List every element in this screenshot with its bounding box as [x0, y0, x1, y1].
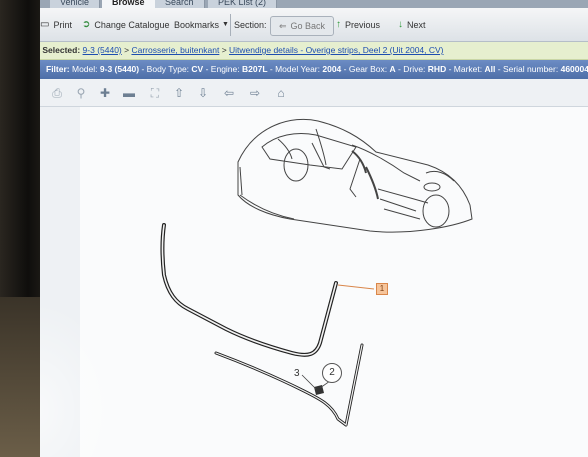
breadcrumb-group-link[interactable]: Carrosserie, buitenkant	[131, 45, 219, 55]
breadcrumb-label: Selected:	[42, 45, 81, 55]
filter-label: Filter:	[46, 64, 70, 74]
print-button[interactable]: ▭ Print	[40, 8, 72, 41]
back-arrow-icon: ⇐	[279, 20, 287, 31]
filter-year-value: 2004	[322, 64, 342, 74]
chevron-down-icon: ▼	[222, 21, 229, 28]
callout-2[interactable]: 2	[322, 363, 342, 383]
print-icon: ▭	[40, 19, 50, 30]
zoom-icon[interactable]: ⚲	[72, 84, 90, 102]
part-2-strip	[214, 343, 364, 427]
filter-drive-value: RHD	[427, 64, 447, 74]
previous-label: Previous	[345, 19, 381, 30]
desk-background	[0, 297, 40, 457]
tab-strip: Vehicle Browse Search PEK List (2)	[40, 0, 588, 8]
arrow-up-icon: ↑	[336, 19, 341, 30]
filter-gearbox-value: A	[389, 64, 396, 74]
breadcrumb: Selected: 9-3 (5440) > Carrosserie, buit…	[40, 42, 588, 60]
section-label: Section:	[234, 8, 267, 41]
arrow-down-icon: ↓	[398, 19, 403, 30]
callout-1[interactable]: 1	[376, 283, 388, 295]
bookmarks-button[interactable]: Bookmarks ▼	[174, 8, 229, 41]
catalogue-arrow-icon: ➲	[82, 19, 91, 30]
filter-serial-value: 460004(	[560, 64, 588, 74]
leader-line-1	[337, 284, 375, 290]
main-toolbar: ▭ Print ➲ Change Catalogue Bookmarks ▼ S…	[40, 8, 588, 42]
previous-button[interactable]: ↑ Previous	[336, 8, 380, 41]
go-back-button[interactable]: ⇐ Go Back	[270, 16, 335, 36]
app-window: Vehicle Browse Search PEK List (2) ▭ Pri…	[40, 0, 588, 457]
parts-diagram: 1 2 3	[80, 107, 588, 457]
toolbar-divider	[230, 14, 231, 36]
section-text: Section:	[234, 19, 267, 30]
tab-pek-list[interactable]: PEK List (2)	[208, 0, 278, 8]
home-icon[interactable]: ⌂	[272, 84, 290, 102]
right-icon[interactable]: ⇨	[246, 84, 264, 102]
up-icon[interactable]: ⇧	[170, 84, 188, 102]
zoom-out-icon[interactable]: ▬	[120, 84, 138, 102]
left-icon[interactable]: ⇦	[220, 84, 238, 102]
screen-glare	[40, 300, 120, 457]
bookmarks-label: Bookmarks	[174, 19, 220, 30]
down-icon[interactable]: ⇩	[194, 84, 212, 102]
filter-engine-value: B207L	[242, 64, 268, 74]
next-label: Next	[407, 19, 426, 30]
change-catalogue-label: Change Catalogue	[94, 19, 170, 30]
filter-body-key: Body Type:	[146, 64, 190, 74]
filter-market-key: Market:	[453, 64, 483, 74]
filter-serial-key: Serial number:	[502, 64, 559, 74]
change-catalogue-button[interactable]: ➲ Change Catalogue	[82, 8, 169, 41]
filter-drive-key: Drive:	[403, 64, 426, 74]
go-back-label: Go Back	[290, 21, 326, 31]
monitor-bezel	[0, 0, 40, 457]
filter-gearbox-key: Gear Box:	[348, 64, 388, 74]
fit-icon[interactable]: ⛶	[146, 84, 164, 102]
zoom-in-icon[interactable]: ✚	[96, 84, 114, 102]
filter-bar: Filter: Model: 9-3 (5440) - Body Type: C…	[40, 60, 588, 79]
tab-search[interactable]: Search	[155, 0, 205, 8]
tab-vehicle[interactable]: Vehicle	[50, 0, 101, 8]
print-label: Print	[53, 19, 72, 30]
callout-3[interactable]: 3	[294, 368, 300, 379]
filter-body-value: CV	[191, 64, 204, 74]
filter-model-value: 9-3 (5440)	[99, 64, 140, 74]
car-illustration	[237, 118, 473, 233]
print-icon[interactable]: ⎙	[48, 84, 66, 102]
next-button[interactable]: ↓ Next	[398, 8, 426, 41]
filter-market-value: All	[484, 64, 496, 74]
view-toolbar: ⎙ ⚲ ✚ ▬ ⛶ ⇧ ⇩ ⇦ ⇨ ⌂	[40, 80, 588, 107]
tab-browse[interactable]: Browse	[102, 0, 156, 8]
part-1-strip	[160, 223, 338, 357]
diagram-svg	[160, 118, 473, 427]
filter-year-key: Model Year:	[275, 64, 320, 74]
breadcrumb-section-link[interactable]: Uitwendige details - Overige strips, Dee…	[229, 45, 443, 55]
filter-engine-key: Engine:	[210, 64, 240, 74]
breadcrumb-model-link[interactable]: 9-3 (5440)	[83, 45, 122, 55]
filter-model-key: Model:	[72, 64, 98, 74]
